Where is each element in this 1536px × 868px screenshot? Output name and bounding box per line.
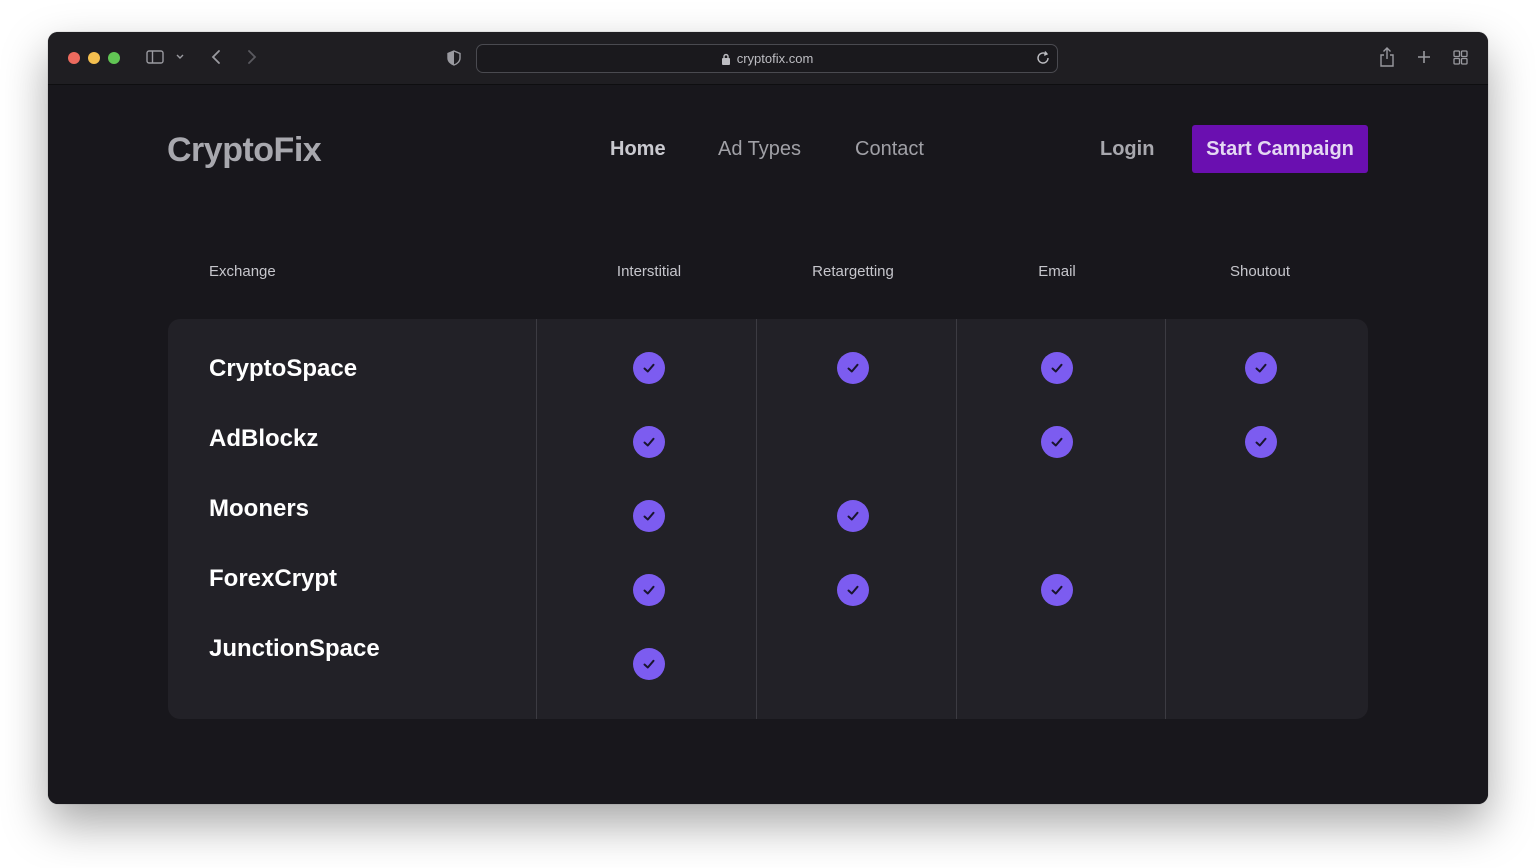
check-icon xyxy=(837,500,869,532)
column-divider xyxy=(1165,319,1166,719)
shield-icon[interactable] xyxy=(446,49,462,67)
check-icon xyxy=(837,574,869,606)
sidebar-icon[interactable] xyxy=(146,49,164,65)
nav-contact-link[interactable]: Contact xyxy=(855,138,924,161)
share-icon[interactable] xyxy=(1378,46,1396,68)
url-text: cryptofix.com xyxy=(736,51,814,66)
exchange-name: AdBlockz xyxy=(209,425,319,452)
chevron-down-icon[interactable] xyxy=(174,49,186,65)
exchange-name: CryptoSpace xyxy=(209,355,358,382)
column-header-exchange: Exchange xyxy=(209,263,276,280)
column-header-retargetting: Retargetting xyxy=(812,263,894,280)
exchange-name: Mooners xyxy=(209,495,310,522)
comparison-table: CryptoSpace AdBlockz Mooners ForexCrypt Junc… xyxy=(168,319,1368,719)
check-icon xyxy=(633,500,665,532)
reload-icon[interactable] xyxy=(1035,50,1051,66)
address-bar[interactable]: cryptofix.com xyxy=(476,44,1058,73)
nav-ad-types-link[interactable]: Ad Types xyxy=(718,138,801,161)
nav-home-link[interactable]: Home xyxy=(610,138,666,161)
check-icon xyxy=(633,574,665,606)
forward-icon[interactable] xyxy=(244,48,260,66)
browser-window: cryptofix.com CryptoFix Home Ad Types Co… xyxy=(48,32,1488,804)
zoom-window-button[interactable] xyxy=(108,52,120,64)
back-icon[interactable] xyxy=(208,48,224,66)
page-content: CryptoFix Home Ad Types Contact Login St… xyxy=(48,85,1488,804)
close-window-button[interactable] xyxy=(68,52,80,64)
column-header-interstitial: Interstitial xyxy=(616,263,682,280)
tabs-icon[interactable] xyxy=(1452,49,1468,65)
site-logo[interactable]: CryptoFix xyxy=(167,131,322,170)
check-icon xyxy=(1041,426,1073,458)
exchange-name: JunctionSpace xyxy=(209,635,380,662)
exchange-name: ForexCrypt xyxy=(209,565,338,592)
login-link[interactable]: Login xyxy=(1100,138,1154,161)
column-divider xyxy=(956,319,957,719)
lock-icon xyxy=(721,53,731,65)
check-icon xyxy=(1041,352,1073,384)
check-icon xyxy=(1245,352,1277,384)
minimize-window-button[interactable] xyxy=(88,52,100,64)
column-header-email: Email xyxy=(1038,263,1076,280)
check-icon xyxy=(837,352,869,384)
column-divider xyxy=(536,319,537,719)
check-icon xyxy=(633,352,665,384)
column-header-shoutout: Shoutout xyxy=(1229,263,1291,280)
check-icon xyxy=(633,426,665,458)
column-divider xyxy=(756,319,757,719)
check-icon xyxy=(1245,426,1277,458)
start-campaign-button[interactable]: Start Campaign xyxy=(1192,125,1368,173)
plus-icon[interactable] xyxy=(1416,48,1432,66)
browser-toolbar: cryptofix.com xyxy=(48,32,1488,85)
check-icon xyxy=(1041,574,1073,606)
check-icon xyxy=(633,648,665,680)
